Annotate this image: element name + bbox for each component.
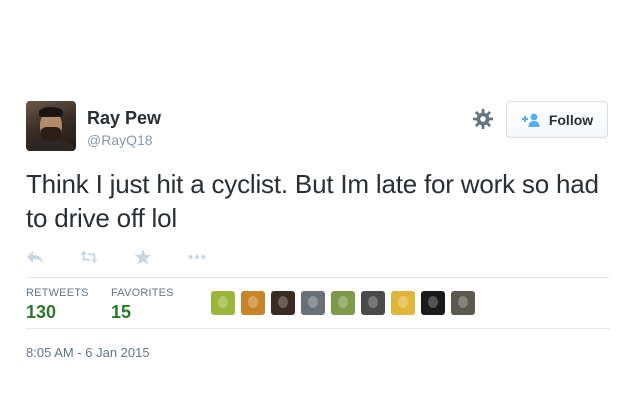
gear-icon[interactable] <box>472 108 494 130</box>
favoriter-avatar[interactable] <box>361 291 385 315</box>
retweet-icon[interactable] <box>80 248 98 266</box>
favoriter-avatar[interactable] <box>241 291 265 315</box>
more-icon[interactable] <box>188 248 206 266</box>
divider-top <box>26 277 610 278</box>
user-handle[interactable]: @RayQ18 <box>87 132 153 148</box>
retweets-label[interactable]: RETWEETS <box>26 287 89 299</box>
favoriter-avatar[interactable] <box>301 291 325 315</box>
retweets-count[interactable]: 130 <box>26 302 56 323</box>
follow-button-label: Follow <box>548 111 594 128</box>
avatar-beard <box>41 127 61 141</box>
favoriter-avatar[interactable] <box>421 291 445 315</box>
favoriter-avatar[interactable] <box>331 291 355 315</box>
avatar[interactable] <box>26 101 76 151</box>
favoriter-avatars <box>211 291 481 315</box>
tweet-timestamp[interactable]: 8:05 AM - 6 Jan 2015 <box>26 345 150 360</box>
tweet-text: Think I just hit a cyclist. But Im late … <box>26 169 599 233</box>
favoriter-avatar[interactable] <box>211 291 235 315</box>
tweet-actions <box>26 248 242 266</box>
divider-bottom <box>26 328 610 329</box>
favorite-icon[interactable] <box>134 248 152 266</box>
display-name[interactable]: Ray Pew <box>87 108 161 129</box>
reply-icon[interactable] <box>26 248 44 266</box>
avatar-hair <box>39 107 63 117</box>
favorites-count[interactable]: 15 <box>111 302 131 323</box>
favoriter-avatar[interactable] <box>451 291 475 315</box>
follow-button[interactable]: Follow <box>506 101 608 138</box>
favoriter-avatar[interactable] <box>391 291 415 315</box>
favoriter-avatar[interactable] <box>271 291 295 315</box>
favorites-label[interactable]: FAVORITES <box>111 287 174 299</box>
add-user-icon <box>521 112 541 128</box>
